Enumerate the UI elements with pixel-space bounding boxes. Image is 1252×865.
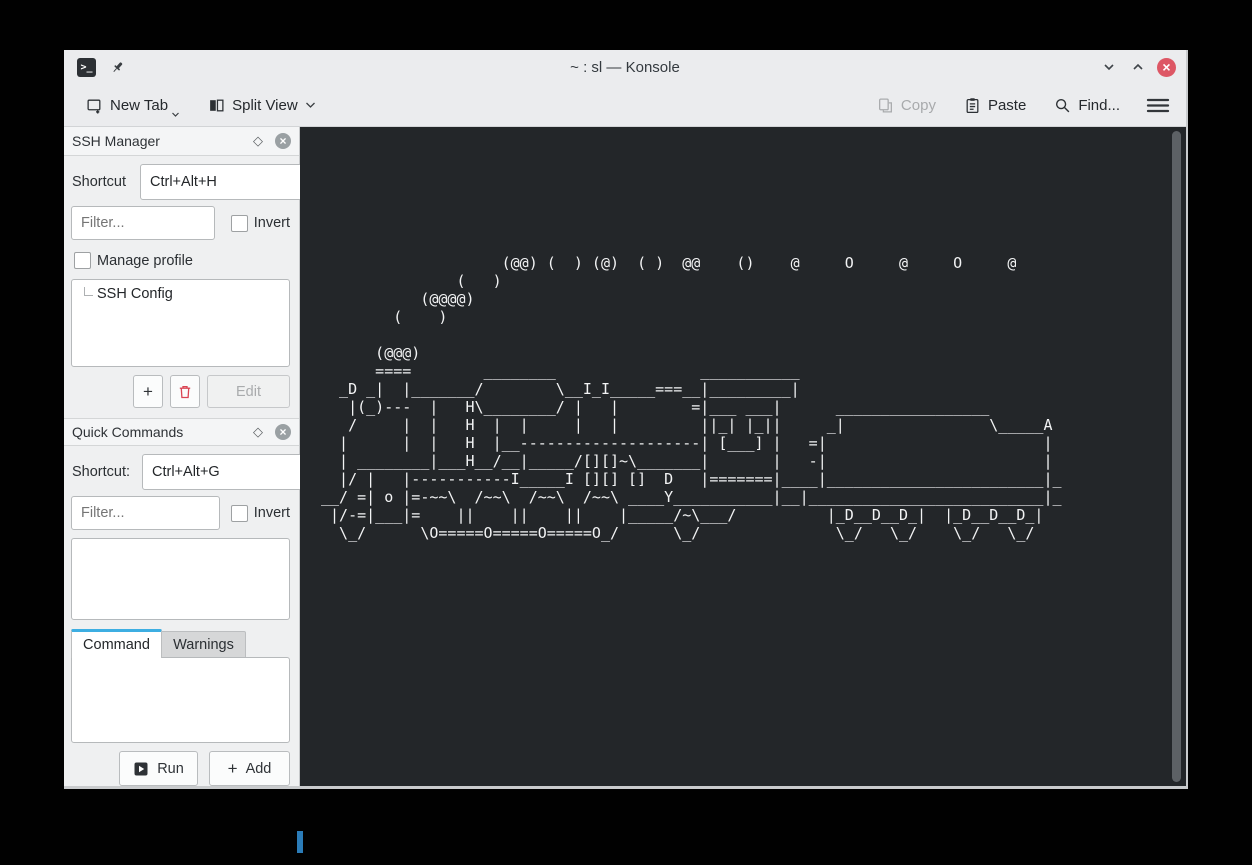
ssh-buttons-row: + Edit [71, 375, 290, 408]
qc-invert-label: Invert [254, 505, 290, 521]
run-icon [133, 761, 149, 777]
qc-command-editor[interactable] [71, 657, 290, 743]
manage-profile-label: Manage profile [97, 253, 193, 269]
close-icon: × [1162, 60, 1170, 74]
ssh-manager-title: SSH Manager [72, 133, 160, 149]
plus-icon: + [228, 759, 238, 779]
minimize-button[interactable] [1099, 57, 1119, 77]
paste-button[interactable]: Paste [958, 91, 1032, 120]
split-view-button[interactable]: Split View [202, 91, 322, 120]
ssh-invert-label: Invert [254, 215, 290, 231]
konsole-window: >_ ~ : sl — Konsole [64, 50, 1188, 789]
ssh-delete-button[interactable] [170, 375, 200, 408]
paste-icon [964, 97, 981, 114]
edit-button-label: Edit [236, 384, 261, 400]
split-view-menu-arrow-icon [305, 101, 316, 109]
close-icon: × [279, 426, 286, 438]
new-tab-label: New Tab [110, 97, 168, 114]
search-icon [1054, 97, 1071, 114]
manage-profile-checkbox[interactable] [74, 252, 91, 269]
list-item-label: SSH Config [97, 286, 173, 302]
split-view-icon [208, 97, 225, 114]
ssh-add-button[interactable]: + [133, 375, 163, 408]
qc-command-list[interactable] [71, 538, 290, 620]
qc-shortcut-row: Shortcut: [71, 454, 290, 490]
ssh-invert-checkbox[interactable] [231, 215, 248, 232]
copy-button[interactable]: Copy [871, 91, 942, 120]
terminal[interactable]: (@@) ( ) (@) ( ) @@ () @ O @ O @ ( ) (@@… [300, 127, 1186, 786]
qc-buttons-row: Run + Add [71, 751, 290, 786]
qc-filter-input[interactable] [71, 496, 220, 530]
find-label: Find... [1078, 97, 1120, 114]
quick-commands-close-button[interactable]: × [275, 424, 291, 440]
titlebar[interactable]: >_ ~ : sl — Konsole [64, 50, 1186, 84]
tab-command[interactable]: Command [71, 629, 162, 658]
copy-label: Copy [901, 97, 936, 114]
trash-icon [177, 384, 193, 400]
plus-icon: + [143, 382, 153, 402]
terminal-scrollbar[interactable] [1172, 131, 1181, 782]
ssh-config-list[interactable]: SSH Config [71, 279, 290, 367]
ssh-manager-float-button[interactable]: ◇ [253, 133, 263, 149]
paste-label: Paste [988, 97, 1026, 114]
tab-command-label: Command [83, 637, 150, 653]
list-item[interactable]: SSH Config [76, 286, 285, 302]
new-tab-menu-arrow-icon [171, 111, 180, 118]
ssh-edit-button[interactable]: Edit [207, 375, 290, 408]
tab-warnings-label: Warnings [173, 637, 234, 653]
manage-profile-row: Manage profile [71, 252, 290, 269]
quick-commands-header[interactable]: Quick Commands ◇ × [64, 418, 299, 446]
ssh-shortcut-label: Shortcut [71, 174, 140, 190]
window-title: ~ : sl — Konsole [64, 59, 1186, 76]
run-button-label: Run [157, 761, 184, 777]
terminal-cursor [297, 831, 303, 853]
close-icon: × [279, 135, 286, 147]
split-view-label: Split View [232, 97, 298, 114]
hamburger-menu-button[interactable] [1142, 93, 1174, 118]
terminal-output: (@@) ( ) (@) ( ) @@ () @ O @ O @ ( ) (@@… [321, 254, 1071, 542]
ssh-filter-row: Invert [71, 206, 290, 240]
qc-add-button[interactable]: + Add [209, 751, 290, 786]
tab-warnings[interactable]: Warnings [162, 631, 246, 658]
quick-commands-float-button[interactable]: ◇ [253, 424, 263, 440]
new-tab-icon [86, 97, 103, 114]
close-button[interactable]: × [1157, 58, 1176, 77]
sidebar: SSH Manager ◇ × Shortcut Invert Manage p… [64, 127, 300, 786]
qc-invert-checkbox[interactable] [231, 505, 248, 522]
hamburger-icon [1146, 97, 1170, 114]
ssh-shortcut-row: Shortcut [71, 164, 290, 200]
qc-run-button[interactable]: Run [119, 751, 198, 786]
main-toolbar: New Tab Split View [64, 84, 1186, 127]
ssh-filter-input[interactable] [71, 206, 215, 240]
find-button[interactable]: Find... [1048, 91, 1126, 120]
window-content: SSH Manager ◇ × Shortcut Invert Manage p… [64, 127, 1186, 786]
tree-branch-icon [84, 287, 93, 296]
qc-filter-row: Invert [71, 496, 290, 530]
maximize-button[interactable] [1128, 57, 1148, 77]
add-button-label: Add [246, 761, 272, 777]
copy-icon [877, 97, 894, 114]
window-controls: × [1099, 57, 1176, 77]
quick-commands-title: Quick Commands [72, 424, 183, 440]
ssh-manager-header[interactable]: SSH Manager ◇ × [64, 127, 299, 156]
qc-tabs: Command Warnings [71, 629, 290, 658]
qc-shortcut-label: Shortcut: [71, 464, 142, 480]
ssh-manager-close-button[interactable]: × [275, 133, 291, 149]
new-tab-button[interactable]: New Tab [80, 91, 186, 120]
